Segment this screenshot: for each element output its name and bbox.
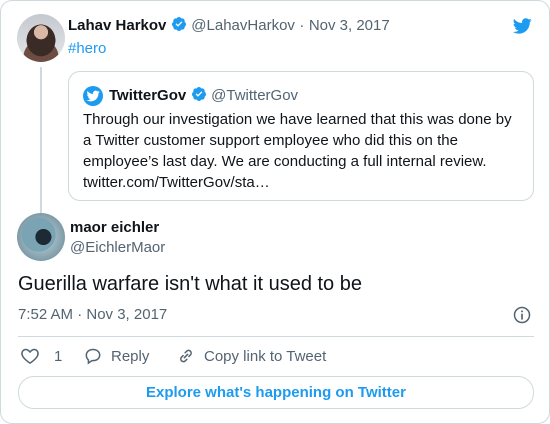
date-separator: · <box>299 17 305 34</box>
like-count: 1 <box>54 347 63 365</box>
copy-link-label: Copy link to Tweet <box>204 347 327 365</box>
reply-label: Reply <box>111 347 150 365</box>
reply-icon <box>85 348 101 365</box>
maor-eichler-avatar[interactable] <box>17 213 65 261</box>
main-tweet-text: Guerilla warfare isn't what it used to b… <box>18 273 362 295</box>
info-icon[interactable] <box>512 305 532 325</box>
main-author-name[interactable]: maor eichler <box>70 219 159 236</box>
quoted-author-handle: @TwitterGov <box>211 87 299 104</box>
twitter-bird-icon <box>86 90 100 102</box>
twitter-bird-icon[interactable] <box>510 16 534 36</box>
parent-author-handle[interactable]: @LahavHarkov <box>191 17 295 34</box>
explore-button[interactable]: Explore what's happening on Twitter <box>18 376 534 409</box>
quoted-tweet-text: Through our investigation we have learne… <box>83 109 523 193</box>
twittergov-avatar <box>83 86 103 106</box>
quoted-text-link[interactable]: twitter.com/TwitterGov/sta… <box>83 172 523 193</box>
parent-tweet-date[interactable]: Nov 3, 2017 <box>309 17 390 34</box>
lahav-harkov-avatar[interactable] <box>17 14 65 62</box>
main-author-handle[interactable]: @EichlerMaor <box>70 239 165 256</box>
quoted-tweet-header: TwitterGov @TwitterGov <box>109 86 298 105</box>
tweet-timestamp[interactable]: 7:52 AM · Nov 3, 2017 <box>18 306 167 323</box>
parent-tweet-text[interactable]: #hero <box>68 40 106 57</box>
parent-author-name[interactable]: Lahav Harkov <box>68 17 166 34</box>
verified-icon <box>191 87 206 101</box>
quoted-author-name: TwitterGov <box>109 87 187 104</box>
like-button[interactable]: 1 <box>20 346 62 366</box>
reply-button[interactable]: Reply <box>83 346 149 366</box>
quoted-text-line: employee’s last day. We are conducting a… <box>83 153 487 170</box>
copy-link-button[interactable]: Copy link to Tweet <box>176 346 326 366</box>
quoted-text-line: Through our investigation we have learne… <box>83 111 512 128</box>
verified-icon <box>171 17 186 31</box>
quoted-tweet[interactable]: TwitterGov @TwitterGov Through our inves… <box>68 71 534 201</box>
embedded-tweet-card: Lahav Harkov @LahavHarkov · Nov 3, 2017 … <box>0 0 550 424</box>
parent-tweet-header: Lahav Harkov @LahavHarkov · Nov 3, 2017 <box>68 16 390 35</box>
link-icon <box>180 349 192 363</box>
actions-divider <box>18 336 534 337</box>
heart-icon <box>21 348 39 364</box>
quoted-text-line: a Twitter customer support employee who … <box>83 132 458 149</box>
thread-line <box>40 67 42 213</box>
